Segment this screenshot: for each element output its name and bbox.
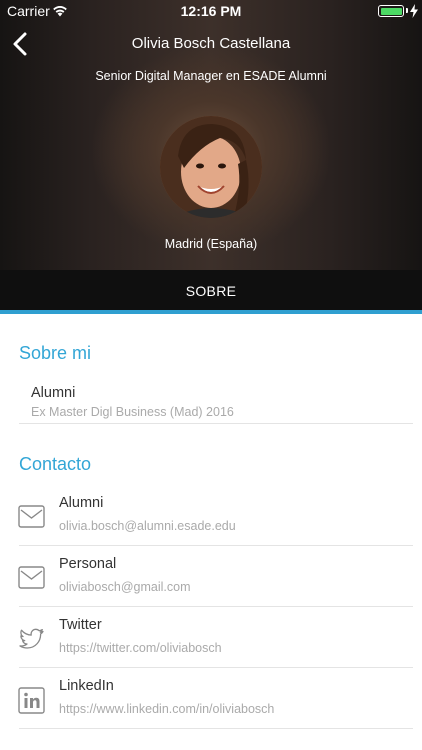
contact-label: Personal <box>59 556 117 572</box>
profile-header: Carrier 12:16 PM Olivia Bosch Castellana… <box>0 0 422 270</box>
section-title-contacto: Contacto <box>19 454 92 474</box>
twitter-icon <box>19 628 44 649</box>
divider <box>19 606 413 607</box>
divider <box>19 728 413 729</box>
avatar <box>160 116 262 218</box>
battery-icon <box>378 5 404 17</box>
status-bar: Carrier 12:16 PM <box>0 0 422 22</box>
profile-name: Olivia Bosch Castellana <box>131 35 291 52</box>
profile-location: Madrid (España) <box>164 237 258 251</box>
divider <box>19 545 413 546</box>
divider <box>19 423 413 424</box>
contact-value: oliviabosch@gmail.com <box>59 580 191 594</box>
profile-job-title: Senior Digital Manager en ESADE Alumni <box>95 69 327 83</box>
tab-sobre[interactable]: SOBRE <box>0 270 422 310</box>
contact-value: olivia.bosch@alumni.esade.edu <box>59 519 236 533</box>
mail-icon <box>18 566 45 589</box>
about-item-title: Alumni <box>31 385 76 401</box>
contact-label: LinkedIn <box>59 678 114 694</box>
about-item-detail: Ex Master Digl Business (Mad) 2016 <box>31 405 234 419</box>
tab-active-indicator <box>0 310 422 314</box>
charging-icon <box>410 4 418 18</box>
mail-icon <box>18 505 45 528</box>
contact-value: https://www.linkedin.com/in/oliviabosch <box>59 702 275 716</box>
linkedin-icon <box>18 687 45 714</box>
divider <box>19 667 413 668</box>
tab-bar: SOBRE <box>0 270 422 310</box>
status-time: 12:16 PM <box>180 3 242 19</box>
section-title-sobre-mi: Sobre mi <box>19 343 92 363</box>
contact-label: Twitter <box>59 617 102 633</box>
contact-value: https://twitter.com/oliviabosch <box>59 641 222 655</box>
contact-label: Alumni <box>59 495 104 511</box>
